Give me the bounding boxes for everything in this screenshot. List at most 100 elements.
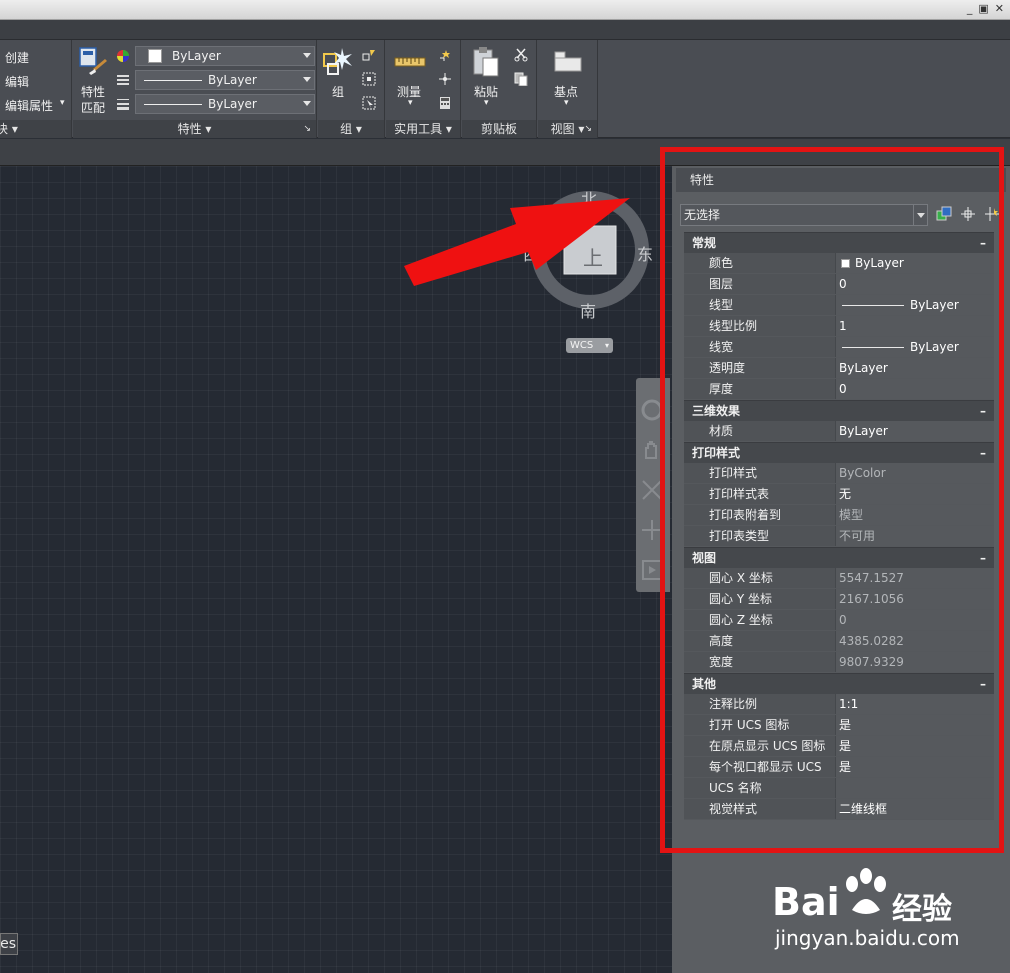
property-row[interactable]: 高度 4385.0282: [684, 631, 994, 652]
panel-title-group[interactable]: 组 ▾: [318, 120, 384, 138]
properties-palette-title[interactable]: 特性: [676, 168, 1006, 192]
property-value[interactable]: 是: [836, 715, 994, 735]
steering-wheel-icon[interactable]: [640, 398, 664, 422]
property-value[interactable]: ByLayer: [836, 295, 994, 315]
toggle-pickadd-icon[interactable]: [936, 206, 952, 222]
property-value[interactable]: 模型: [836, 505, 994, 525]
category-header[interactable]: 三维效果 –: [684, 400, 994, 421]
property-value[interactable]: 无: [836, 484, 994, 504]
property-value[interactable]: 是: [836, 736, 994, 756]
copy-icon[interactable]: [514, 72, 528, 86]
property-row[interactable]: 图层 0: [684, 274, 994, 295]
property-row[interactable]: 圆心 Y 坐标 2167.1056: [684, 589, 994, 610]
property-value[interactable]: ByLayer: [836, 358, 994, 378]
drawing-canvas[interactable]: 北 南 东 西 上 WCS▾ es: [0, 166, 672, 973]
property-row[interactable]: 线型比例 1: [684, 316, 994, 337]
layout-tab-fragment[interactable]: es: [0, 933, 18, 955]
property-value[interactable]: 5547.1527: [836, 568, 994, 588]
property-row[interactable]: 线宽 ByLayer: [684, 337, 994, 358]
color-dropdown[interactable]: ByLayer: [135, 46, 315, 66]
base-point-icon[interactable]: [554, 50, 582, 72]
restore-button[interactable]: ▣: [978, 2, 988, 15]
collapse-icon[interactable]: –: [980, 401, 986, 422]
pan-hand-icon[interactable]: [640, 438, 664, 462]
selection-dropdown[interactable]: 无选择: [680, 204, 928, 226]
panel-title-clipboard[interactable]: 剪贴板: [462, 120, 536, 138]
property-row[interactable]: 打印样式 ByColor: [684, 463, 994, 484]
minimize-button[interactable]: _: [967, 2, 973, 15]
panel-title-utilities[interactable]: 实用工具 ▾: [386, 120, 460, 138]
category-header[interactable]: 视图 –: [684, 547, 994, 568]
lineweight-dropdown[interactable]: ByLayer: [135, 94, 315, 114]
property-value[interactable]: ByLayer: [836, 253, 994, 273]
select-objects-icon[interactable]: [960, 206, 976, 222]
quick-select-icon[interactable]: [438, 48, 452, 62]
showmotion-icon[interactable]: [640, 558, 664, 582]
property-value[interactable]: ByLayer: [836, 421, 994, 441]
category-header[interactable]: 其他 –: [684, 673, 994, 694]
property-row[interactable]: 厚度 0: [684, 379, 994, 400]
property-row[interactable]: 打印表附着到 模型: [684, 505, 994, 526]
cut-icon[interactable]: [514, 48, 528, 62]
category-header[interactable]: 打印样式 –: [684, 442, 994, 463]
zoom-extents-icon[interactable]: [640, 478, 664, 502]
color-wheel-icon[interactable]: [116, 49, 130, 63]
property-row[interactable]: 材质 ByLayer: [684, 421, 994, 442]
property-value[interactable]: 0: [836, 274, 994, 294]
property-value[interactable]: 1:1: [836, 694, 994, 714]
panel-title-view[interactable]: 视图 ▾ ↘: [538, 120, 597, 138]
property-value[interactable]: 1: [836, 316, 994, 336]
property-value[interactable]: 二维线框: [836, 799, 994, 819]
property-value[interactable]: 4385.0282: [836, 631, 994, 651]
property-row[interactable]: 打印样式表无: [684, 484, 994, 505]
group-button[interactable]: 组: [332, 83, 344, 100]
orbit-icon[interactable]: [640, 518, 664, 542]
collapse-icon[interactable]: –: [980, 674, 986, 695]
property-value[interactable]: 0: [836, 610, 994, 630]
property-row[interactable]: 注释比例 1:1: [684, 694, 994, 715]
property-row[interactable]: 线型 ByLayer: [684, 295, 994, 316]
panel-title-block[interactable]: 块 ▾: [0, 120, 71, 138]
group-icon[interactable]: [322, 46, 354, 78]
match-properties-icon[interactable]: [79, 47, 109, 77]
close-button[interactable]: ✕: [995, 2, 1004, 15]
property-row[interactable]: 每个视口都显示 UCS 是: [684, 757, 994, 778]
chevron-down-icon[interactable]: ▾: [564, 98, 569, 108]
collapse-icon[interactable]: –: [980, 548, 986, 569]
property-row[interactable]: 宽度 9807.9329: [684, 652, 994, 673]
chevron-down-icon[interactable]: ▾: [60, 98, 65, 108]
property-value[interactable]: 9807.9329: [836, 652, 994, 672]
dialog-launcher-icon[interactable]: ↘: [303, 120, 311, 138]
property-value[interactable]: ByColor: [836, 463, 994, 483]
property-row[interactable]: 打印表类型 不可用: [684, 526, 994, 547]
category-header[interactable]: 常规 –: [684, 232, 994, 253]
linetype-dropdown[interactable]: ByLayer: [135, 70, 315, 90]
property-value[interactable]: 0: [836, 379, 994, 399]
property-value[interactable]: [836, 778, 994, 798]
measure-icon[interactable]: [394, 52, 426, 72]
dialog-launcher-icon[interactable]: ↘: [584, 120, 592, 138]
collapse-icon[interactable]: –: [980, 443, 986, 464]
viewcube-east-label[interactable]: 东: [637, 241, 653, 265]
wcs-dropdown[interactable]: WCS ▾: [566, 338, 613, 353]
property-row[interactable]: 打开 UCS 图标是: [684, 715, 994, 736]
property-row[interactable]: UCS 名称: [684, 778, 994, 799]
lineweight-icon[interactable]: [116, 97, 130, 111]
edit-block-button[interactable]: 编辑: [5, 73, 29, 90]
property-row[interactable]: 视觉样式 二维线框: [684, 799, 994, 820]
property-value[interactable]: 不可用: [836, 526, 994, 546]
property-row[interactable]: 圆心 X 坐标 5547.1527: [684, 568, 994, 589]
calculator-icon[interactable]: [438, 96, 452, 110]
edit-attributes-button[interactable]: 编辑属性: [5, 97, 53, 114]
group-edit-icon[interactable]: [362, 72, 376, 86]
property-row[interactable]: 透明度 ByLayer: [684, 358, 994, 379]
property-row[interactable]: 在原点显示 UCS 图标是: [684, 736, 994, 757]
panel-title-properties[interactable]: 特性 ▾ ↘: [73, 120, 316, 138]
group-select-icon[interactable]: [362, 96, 376, 110]
property-row[interactable]: 颜色 ByLayer: [684, 253, 994, 274]
ungroup-icon[interactable]: [362, 48, 376, 62]
chevron-down-icon[interactable]: ▾: [484, 98, 489, 108]
linetype-icon[interactable]: [116, 73, 130, 87]
quick-select-icon[interactable]: [984, 206, 1000, 222]
id-point-icon[interactable]: [438, 72, 452, 86]
